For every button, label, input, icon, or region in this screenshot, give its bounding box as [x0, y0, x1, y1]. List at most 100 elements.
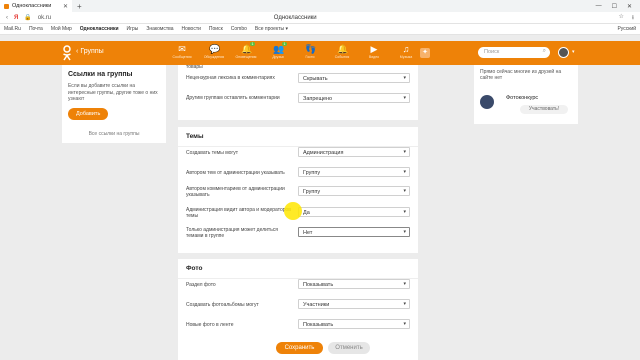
address-bar-tools: ☆ ⭳	[619, 13, 635, 23]
bookmarks-bar: Mail.Ru Почта Мой Мир Одноклассники Игры…	[0, 24, 640, 35]
all-group-links[interactable]: Все ссылки на группы	[62, 131, 166, 137]
minimize-icon[interactable]: —	[596, 3, 602, 10]
tab-title: Одноклассники	[12, 3, 52, 9]
yandex-icon[interactable]: Я	[14, 15, 18, 21]
message-icon: ✉	[178, 44, 186, 54]
nav-music[interactable]: ♫ Музыка	[394, 44, 418, 59]
chevron-down-icon: ▾	[403, 188, 406, 194]
nav-discussions[interactable]: 💬 Обсуждения	[202, 44, 226, 59]
bookmark-item[interactable]: Поиск	[209, 26, 223, 32]
select-value: Скрывать	[303, 75, 328, 82]
photos-in-feed-select[interactable]: Показывать ▾	[298, 319, 410, 329]
bookmark-item[interactable]: Одноклассники	[80, 26, 119, 32]
music-icon: ♫	[402, 44, 410, 54]
search-input[interactable]: Поиск ⌕	[478, 47, 550, 58]
themes-section: Темы Создавать темы могут Администрация …	[178, 127, 418, 253]
ok-favicon-icon	[4, 3, 9, 9]
bookmark-item[interactable]: Все проекты ▾	[255, 26, 288, 32]
chevron-down-icon: ▾	[403, 281, 406, 287]
url-field[interactable]: ok.ru	[38, 15, 158, 21]
create-albums-select[interactable]: Участники ▾	[298, 299, 410, 309]
bookmark-item[interactable]: Почта	[29, 26, 43, 32]
bookmark-star-icon[interactable]: ☆	[619, 13, 624, 23]
setting-label: Нецензурная лексика в комментариях	[186, 75, 275, 81]
chevron-down-icon: ▾	[403, 95, 406, 101]
themes-title: Темы	[178, 127, 418, 147]
bookmark-item[interactable]: Combo	[231, 26, 247, 32]
setting-label: Раздел фото	[186, 282, 216, 288]
nav-events[interactable]: 🔔 События	[330, 44, 354, 59]
admin-sees-author-select[interactable]: Да ▾	[298, 207, 410, 217]
friends-icon: 👥	[273, 44, 285, 54]
chevron-left-icon: ‹	[76, 48, 79, 55]
user-avatar[interactable]	[558, 47, 569, 58]
new-tab-icon[interactable]: +	[77, 2, 82, 11]
search-icon: ⌕	[542, 48, 546, 54]
address-bar: ‹ Я 🔒 ok.ru Одноклассники ☆ ⭳	[0, 12, 640, 24]
discussion-icon: 💬	[209, 44, 221, 54]
bookmark-item[interactable]: Mail.Ru	[4, 26, 21, 32]
admin-only-share-select[interactable]: Нет ▾	[298, 227, 410, 237]
contest-name[interactable]: Фотоконкурс	[506, 95, 538, 101]
close-window-icon[interactable]: ✕	[627, 3, 632, 10]
video-icon: ▶	[370, 44, 378, 54]
photo-title: Фото	[178, 259, 418, 279]
back-to-groups-link[interactable]: ‹ Группы	[76, 48, 104, 55]
search-placeholder: Поиск	[484, 49, 500, 55]
events-icon: 🔔	[337, 44, 349, 54]
select-value: Администрация	[303, 149, 344, 156]
photo-section-select[interactable]: Показывать ▾	[298, 279, 410, 289]
setting-label: Создавать темы могут	[186, 150, 239, 156]
window-controls: — ☐ ✕	[596, 3, 640, 10]
chevron-down-icon: ▾	[403, 169, 406, 175]
nav-video[interactable]: ▶ Видео	[362, 44, 386, 59]
add-link-button[interactable]: Добавить	[68, 107, 109, 120]
setting-label: Автором тем от администрации указывать	[186, 170, 285, 176]
tab-close-icon[interactable]: ✕	[63, 3, 68, 10]
bookmark-item[interactable]: Знакомства	[146, 26, 173, 32]
gift-icon[interactable]: ✦	[420, 48, 430, 58]
browser-tab-bar: Одноклассники ✕ + — ☐ ✕	[0, 0, 640, 12]
create-themes-select[interactable]: Администрация ▾	[298, 147, 410, 157]
bookmark-item[interactable]: Мой Мир	[51, 26, 72, 32]
friends-badge: 1	[282, 42, 287, 46]
cancel-button[interactable]: Отменить	[328, 342, 370, 354]
chevron-down-icon: ▾	[403, 229, 406, 235]
maximize-icon[interactable]: ☐	[612, 3, 617, 10]
chevron-down-icon: ▾	[403, 321, 406, 327]
setting-label: Создавать фотоальбомы могут	[186, 302, 259, 308]
bookmark-item[interactable]: Игры	[127, 26, 139, 32]
back-arrow-icon[interactable]: ‹	[6, 15, 8, 21]
theme-author-select[interactable]: Группу ▾	[298, 167, 410, 177]
group-links-title: Ссылки на группы	[68, 71, 133, 78]
nav-label: Видео	[368, 55, 380, 59]
nav-friends[interactable]: 👥 1 Друзья	[266, 42, 290, 59]
nav-messages[interactable]: ✉ Сообщения	[170, 44, 194, 59]
lock-icon: 🔒	[24, 15, 32, 21]
profanity-select[interactable]: Скрывать ▾	[298, 73, 410, 83]
friends-online-text: Прямо сейчас многие из друзей на сайте н…	[480, 69, 562, 81]
chevron-down-icon: ▾	[403, 209, 406, 215]
chevron-down-icon: ▾	[403, 75, 406, 81]
bell-icon: 🔔	[241, 44, 253, 54]
other-groups-comments-select[interactable]: Запрещено ▾	[298, 93, 410, 103]
bookmark-item[interactable]: Новости	[182, 26, 201, 32]
setting-label: Автором комментариев от администрации ук…	[186, 186, 285, 198]
contest-avatar[interactable]	[480, 95, 494, 109]
ok-logo-icon[interactable]	[62, 45, 72, 61]
nav-label: Музыка	[399, 55, 413, 59]
nav-guests[interactable]: 👣 Гости	[298, 44, 322, 59]
download-icon[interactable]: ⭳	[632, 13, 634, 23]
chevron-down-icon[interactable]: ▾	[572, 49, 575, 55]
browser-tab[interactable]: Одноклассники ✕	[0, 0, 72, 12]
language-selector[interactable]: Русский	[617, 26, 636, 32]
save-button[interactable]: Сохранить	[276, 342, 323, 354]
nav-label: Оповещения	[235, 55, 257, 59]
comment-author-select[interactable]: Группу ▾	[298, 186, 410, 196]
nav-notifications[interactable]: 🔔 1 Оповещения	[234, 42, 258, 59]
participate-button[interactable]: Участвовать!	[520, 105, 568, 114]
chevron-down-icon: ▾	[403, 149, 406, 155]
select-value: Запрещено	[303, 95, 333, 102]
select-value: Показывать	[303, 321, 334, 328]
chevron-down-icon: ▾	[403, 301, 406, 307]
